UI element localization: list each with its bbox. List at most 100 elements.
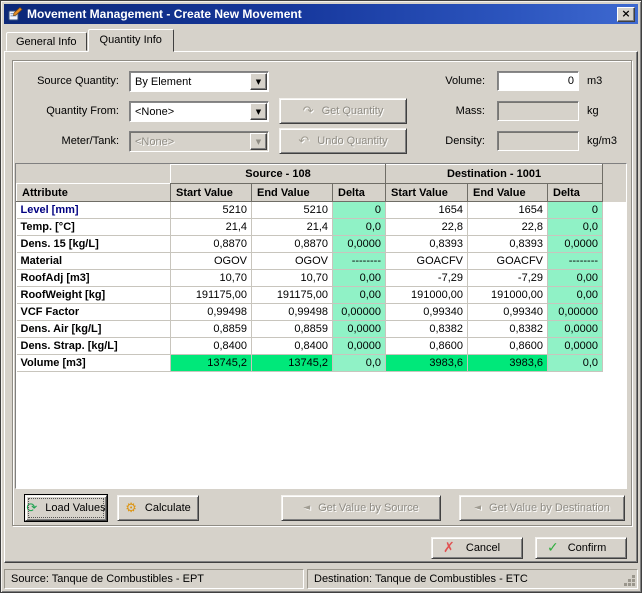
grid-row: VCF Factor 0,99498 0,99498 0,00000 0,99340 0,…	[16, 303, 604, 321]
status-source: Source: Tanque de Combustibles - EPT	[4, 569, 304, 589]
grid-cell[interactable]: 0,99498	[170, 303, 252, 321]
undo-quantity-label: Undo Quantity	[317, 135, 388, 147]
load-values-button[interactable]: ⟳ Load Values	[25, 495, 107, 521]
close-button[interactable]: ×	[617, 6, 635, 22]
grid-cell[interactable]: 0,8382	[385, 320, 468, 338]
grid-cell[interactable]: 3983,6	[467, 354, 548, 372]
grid-cell[interactable]: 0,0	[332, 354, 386, 372]
grid-cell[interactable]: 13745,2	[251, 354, 333, 372]
grid-cell[interactable]: 0,8382	[467, 320, 548, 338]
grid-cell[interactable]: -7,29	[385, 269, 468, 287]
grid-cell[interactable]: 21,4	[170, 218, 252, 236]
calculate-label: Calculate	[144, 502, 191, 514]
grid-cell[interactable]: 13745,2	[170, 354, 252, 372]
grid-cell[interactable]: 21,4	[251, 218, 333, 236]
grid-cell[interactable]: 0,0000	[332, 337, 386, 355]
grid-cell[interactable]: 1654	[385, 201, 468, 219]
grid-cell[interactable]: 0,0000	[332, 320, 386, 338]
chevron-down-icon[interactable]: ▼	[250, 73, 267, 90]
grid-cell[interactable]: 0,8400	[251, 337, 333, 355]
volume-unit-label: m3	[587, 75, 603, 87]
quantity-from-combobox[interactable]: <None> ▼	[129, 101, 269, 122]
grid-cell[interactable]: GOACFV	[467, 252, 548, 270]
attribute-cell[interactable]: Dens. Air [kg/L]	[16, 320, 171, 338]
grid-cell[interactable]: 0,00000	[547, 303, 604, 321]
grid-cell[interactable]: 0,0	[547, 218, 604, 236]
app-icon	[8, 7, 23, 21]
close-icon: ×	[621, 7, 631, 20]
grid-cell[interactable]: 0,0000	[547, 235, 604, 253]
group-header-source: Source - 108	[170, 164, 386, 184]
grid-cell[interactable]: 22,8	[385, 218, 468, 236]
grid-cell[interactable]: 0,8859	[251, 320, 333, 338]
grid-cell[interactable]: 0,8393	[385, 235, 468, 253]
grid-cell[interactable]: 0,8870	[170, 235, 252, 253]
grid-cell[interactable]: 0,8393	[467, 235, 548, 253]
grid-cell[interactable]: 5210	[170, 201, 252, 219]
grid-row: RoofWeight [kg] 191175,00 191175,00 0,00 191…	[16, 286, 604, 304]
chevron-down-icon[interactable]: ▼	[250, 103, 267, 120]
cancel-icon: ✗	[443, 540, 455, 556]
grid-cell[interactable]: GOACFV	[385, 252, 468, 270]
grid-cell[interactable]: 10,70	[251, 269, 333, 287]
grid-cell[interactable]: 1654	[467, 201, 548, 219]
grid-cell[interactable]: 0,99498	[251, 303, 333, 321]
grid-cell[interactable]: OGOV	[251, 252, 333, 270]
grid-cell[interactable]: 0,0	[547, 354, 604, 372]
grid-cell[interactable]: 0,00	[332, 286, 386, 304]
grid-cell[interactable]: 22,8	[467, 218, 548, 236]
grid-cell[interactable]: 10,70	[170, 269, 252, 287]
attribute-cell[interactable]: Level [mm]	[16, 201, 171, 219]
grid-cell[interactable]: --------	[547, 252, 604, 270]
get-value-by-destination-button: ◄ Get Value by Destination	[459, 495, 625, 521]
attribute-cell[interactable]: Material	[16, 252, 171, 270]
grid-cell[interactable]: 0,0000	[547, 337, 604, 355]
calculate-button[interactable]: ⚙ Calculate	[117, 495, 199, 521]
attribute-cell[interactable]: Volume [m3]	[16, 354, 171, 372]
grid-cell[interactable]: 0,0000	[547, 320, 604, 338]
tab-page-quantity-info: Source Quantity: By Element ▼ Quantity From…	[4, 51, 638, 563]
attribute-cell[interactable]: RoofWeight [kg]	[16, 286, 171, 304]
grid-cell[interactable]: 0,00	[332, 269, 386, 287]
grid-cell[interactable]: 0,00	[547, 286, 604, 304]
grid-cell[interactable]: 0,99340	[467, 303, 548, 321]
grid-cell[interactable]: -7,29	[467, 269, 548, 287]
confirm-button[interactable]: ✓ Confirm	[535, 537, 627, 559]
cancel-button[interactable]: ✗ Cancel	[431, 537, 523, 559]
grid-cell[interactable]: 5210	[251, 201, 333, 219]
grid-cell[interactable]: 0,8600	[467, 337, 548, 355]
grid-cell[interactable]: 3983,6	[385, 354, 468, 372]
grid-cell[interactable]: 0	[547, 201, 604, 219]
grid-cell[interactable]: 191175,00	[170, 286, 252, 304]
attribute-cell[interactable]: Dens. Strap. [kg/L]	[16, 337, 171, 355]
grid-cell[interactable]: 0,0000	[332, 235, 386, 253]
meter-tank-label: Meter/Tank:	[61, 135, 119, 147]
grid-cell[interactable]: 0,8400	[170, 337, 252, 355]
grid-cell[interactable]: --------	[332, 252, 386, 270]
grid-cell[interactable]: 191175,00	[251, 286, 333, 304]
grid-cell[interactable]: OGOV	[170, 252, 252, 270]
attribute-cell[interactable]: RoofAdj [m3]	[16, 269, 171, 287]
get-value-by-source-label: Get Value by Source	[318, 502, 419, 514]
grid-cell[interactable]: 0,0	[332, 218, 386, 236]
grid-cell[interactable]: 191000,00	[385, 286, 468, 304]
grid-row: Volume [m3] 13745,2 13745,2 0,0 3983,6 3983,6…	[16, 354, 604, 372]
grid-cell[interactable]: 0,00	[547, 269, 604, 287]
grid-cell[interactable]: 0,99340	[385, 303, 468, 321]
grid-cell[interactable]: 0,8600	[385, 337, 468, 355]
grid-cell[interactable]: 0,8870	[251, 235, 333, 253]
resize-grip[interactable]	[632, 583, 635, 586]
grid-cell[interactable]: 0	[332, 201, 386, 219]
status-destination: Destination: Tanque de Combustibles - ET…	[307, 569, 638, 589]
source-quantity-combobox[interactable]: By Element ▼	[129, 71, 269, 92]
volume-field[interactable]	[497, 71, 579, 91]
attribute-cell[interactable]: Dens. 15 [kg/L]	[16, 235, 171, 253]
tab-general-info[interactable]: General Info	[6, 32, 87, 51]
grid-cell[interactable]: 0,8859	[170, 320, 252, 338]
column-header-delta-3: Delta	[332, 183, 386, 202]
tab-quantity-info[interactable]: Quantity Info	[87, 29, 174, 52]
grid-cell[interactable]: 191000,00	[467, 286, 548, 304]
attribute-cell[interactable]: VCF Factor	[16, 303, 171, 321]
grid-cell[interactable]: 0,00000	[332, 303, 386, 321]
attribute-cell[interactable]: Temp. [°C]	[16, 218, 171, 236]
